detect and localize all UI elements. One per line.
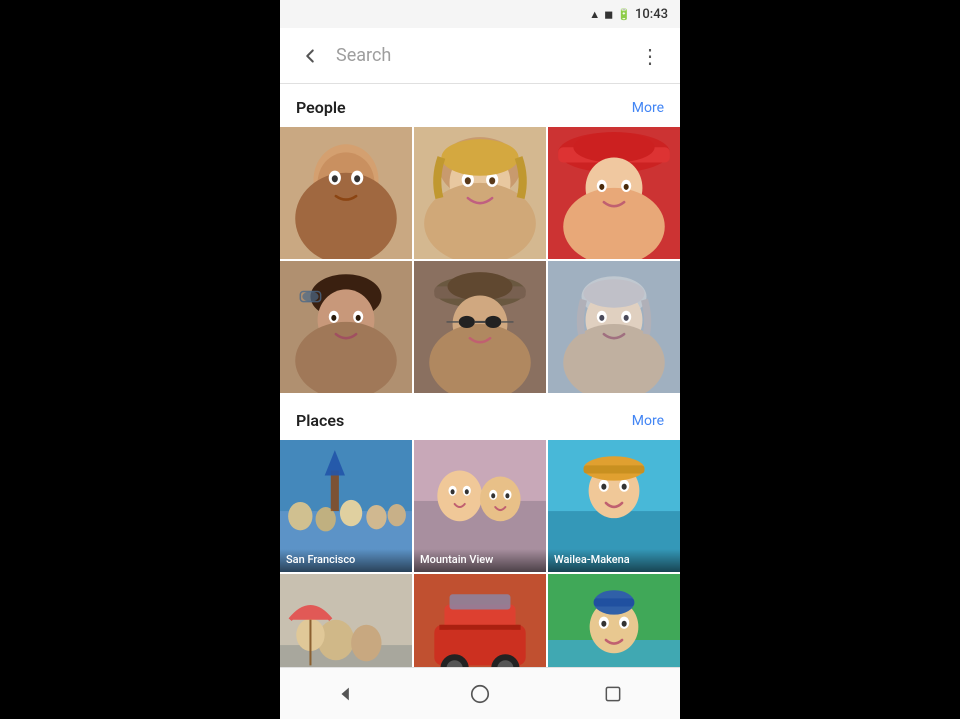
wifi-icon: ▲	[589, 8, 600, 21]
place-cell-extra2[interactable]	[414, 574, 546, 667]
person-photo-6	[548, 261, 680, 393]
place-cell-sf[interactable]: San Francisco	[280, 440, 412, 572]
person-cell-4[interactable]	[280, 261, 412, 393]
people-grid-row2	[280, 261, 680, 395]
person-cell-3[interactable]	[548, 127, 680, 259]
place-label-wm: Wailea-Makena	[548, 549, 680, 572]
person-photo-5	[414, 261, 546, 393]
place-label-mv: Mountain View	[414, 549, 546, 572]
person-cell-1[interactable]	[280, 127, 412, 259]
places-title: Places	[296, 411, 344, 430]
search-placeholder[interactable]: Search	[336, 45, 624, 66]
signal-icon: ◼	[604, 8, 613, 21]
scroll-content: People More	[280, 84, 680, 667]
nav-bar	[280, 667, 680, 719]
recents-nav-button[interactable]	[595, 676, 631, 712]
person-photo-4	[280, 261, 412, 393]
place-cell-wm[interactable]: Wailea-Makena	[548, 440, 680, 572]
status-bar: ▲ ◼ 🔋 10:43	[280, 0, 680, 28]
people-title: People	[296, 98, 346, 117]
people-grid-row1	[280, 127, 680, 261]
place-photo-extra3	[548, 574, 680, 667]
person-photo-3	[548, 127, 680, 259]
place-cell-mv[interactable]: Mountain View	[414, 440, 546, 572]
person-photo-1	[280, 127, 412, 259]
place-label-sf: San Francisco	[280, 549, 412, 572]
back-button[interactable]	[292, 38, 328, 74]
places-grid-row1: San Francisco	[280, 440, 680, 574]
places-grid-row2	[280, 574, 680, 667]
people-more-link[interactable]: More	[632, 100, 664, 116]
phone-container: ▲ ◼ 🔋 10:43 Search ⋮ People More	[280, 0, 680, 719]
back-nav-button[interactable]	[329, 676, 365, 712]
person-cell-2[interactable]	[414, 127, 546, 259]
people-section-header: People More	[280, 84, 680, 127]
battery-icon: 🔋	[617, 8, 631, 21]
place-cell-extra1[interactable]	[280, 574, 412, 667]
places-more-link[interactable]: More	[632, 413, 664, 429]
home-nav-button[interactable]	[462, 676, 498, 712]
place-photo-extra2	[414, 574, 546, 667]
person-cell-6[interactable]	[548, 261, 680, 393]
more-icon: ⋮	[640, 44, 660, 68]
places-section-header: Places More	[280, 397, 680, 440]
status-time: 10:43	[635, 7, 668, 22]
search-bar: Search ⋮	[280, 28, 680, 84]
person-photo-2	[414, 127, 546, 259]
status-icons: ▲ ◼ 🔋 10:43	[589, 7, 668, 22]
place-photo-extra1	[280, 574, 412, 667]
menu-button[interactable]: ⋮	[632, 38, 668, 74]
place-cell-extra3[interactable]	[548, 574, 680, 667]
person-cell-5[interactable]	[414, 261, 546, 393]
